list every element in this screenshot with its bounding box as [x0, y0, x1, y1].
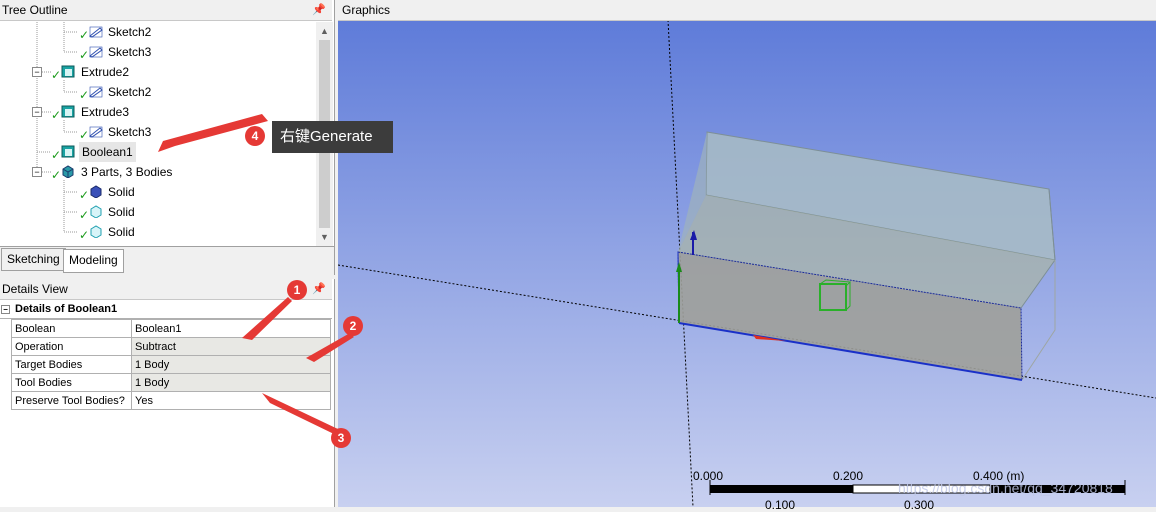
tree-item-label: Sketch3 [108, 125, 152, 139]
tree-item-label: Sketch2 [108, 85, 152, 99]
tree-item-label: Sketch2 [108, 25, 152, 39]
property-name: Preserve Tool Bodies? [11, 391, 132, 410]
table-row[interactable]: Tool Bodies 1 Body [11, 373, 331, 392]
collapse-toggle[interactable]: − [1, 305, 10, 314]
parts-icon [62, 165, 74, 178]
tree-item-sketch3-b[interactable]: ✓ Sketch3 [0, 122, 316, 142]
callout-badge-2: 2 [343, 316, 363, 336]
collapse-toggle[interactable]: − [32, 67, 42, 77]
graphics-header: Graphics [338, 0, 1156, 21]
tree-item-label: Extrude3 [81, 105, 130, 119]
tab-bar: Sketching Modeling [0, 246, 334, 276]
tree-item-parts[interactable]: − ✓ 3 Parts, 3 Bodies [0, 162, 316, 182]
tree-item-sketch3[interactable]: ✓ Sketch3 [0, 42, 316, 62]
property-value[interactable]: Boolean1 [131, 319, 331, 338]
pin-icon[interactable]: 📌 [312, 279, 326, 299]
sketch-icon [89, 26, 103, 38]
graphics-canvas[interactable] [338, 0, 1156, 507]
tree-item-solid[interactable]: ✓ Solid [0, 222, 316, 242]
details-section-header[interactable]: − Details of Boolean1 [0, 301, 332, 319]
callout-badge-4: 4 [245, 126, 265, 146]
tab-sketching[interactable]: Sketching [1, 248, 66, 271]
annotation-tooltip: 右键Generate [272, 121, 393, 153]
scroll-up-icon[interactable]: ▲ [320, 26, 329, 36]
table-row[interactable]: Operation Subtract [11, 337, 331, 356]
solid-icon [90, 225, 102, 238]
tab-modeling[interactable]: Modeling [63, 249, 124, 273]
boolean-icon [61, 145, 75, 158]
details-view-header: Details View 📌 [0, 279, 332, 300]
collapse-toggle[interactable]: − [32, 167, 42, 177]
extrude-icon [61, 105, 75, 118]
property-name: Operation [11, 337, 132, 356]
callout-badge-3: 3 [331, 428, 351, 448]
table-row[interactable]: Boolean Boolean1 [11, 319, 331, 338]
tree-item-solid[interactable]: ✓ Solid [0, 182, 316, 202]
tree-item-label: Extrude2 [81, 65, 130, 79]
tree-item-label: Sketch3 [108, 45, 152, 59]
tree-outline-header: Tree Outline 📌 [0, 0, 332, 21]
scale-label: 0.200 [833, 469, 864, 483]
tree-item-extrude3[interactable]: − ✓ Extrude3 [0, 102, 316, 122]
property-name: Target Bodies [11, 355, 132, 374]
tree-outline-title: Tree Outline [2, 3, 68, 17]
graphics-viewport[interactable]: Graphics 0.000 0.200 0.400 (m) 0.100 0.3… [338, 0, 1156, 512]
details-view-title: Details View [2, 282, 68, 296]
scale-label: 0.100 [765, 498, 796, 512]
property-name: Tool Bodies [11, 373, 132, 392]
scale-label: 0.000 [693, 469, 724, 483]
watermark: https://blog.csdn.net/qq_34720818 [898, 480, 1113, 496]
sketch-icon [89, 126, 103, 138]
tree-view: ✓ Sketch2 ✓ Sketch3 − ✓ Extrude2 ✓ Sketc… [0, 22, 316, 246]
tree-item-label: Solid [108, 185, 135, 199]
tree-item-sketch2-b[interactable]: ✓ Sketch2 [0, 82, 316, 102]
property-value[interactable]: Subtract [131, 337, 331, 356]
details-section-title: Details of Boolean1 [15, 303, 118, 315]
sketch-icon [89, 46, 103, 58]
details-view-panel: Details View 📌 − Details of Boolean1 Boo… [0, 279, 335, 507]
tree-item-extrude2[interactable]: − ✓ Extrude2 [0, 62, 316, 82]
tree-item-label: Solid [108, 205, 135, 219]
property-name: Boolean [11, 319, 132, 338]
pin-icon[interactable]: 📌 [312, 0, 326, 20]
check-icon: ✓ [79, 228, 90, 242]
solid-icon [90, 185, 102, 198]
tree-item-sketch2[interactable]: ✓ Sketch2 [0, 22, 316, 42]
collapse-toggle[interactable]: − [32, 107, 42, 117]
table-row[interactable]: Preserve Tool Bodies? Yes [11, 391, 331, 410]
tree-item-label: 3 Parts, 3 Bodies [81, 165, 173, 179]
tree-item-label: Boolean1 [79, 142, 136, 162]
graphics-title: Graphics [342, 3, 391, 17]
scale-label: 0.300 [904, 498, 935, 512]
sketch-icon [89, 86, 103, 98]
table-row[interactable]: Target Bodies 1 Body [11, 355, 331, 374]
tree-item-solid[interactable]: ✓ Solid [0, 202, 316, 222]
tree-item-label: Solid [108, 225, 135, 239]
details-table: Boolean Boolean1 Operation Subtract Targ… [11, 319, 331, 410]
callout-badge-1: 1 [287, 280, 307, 300]
solid-icon [90, 205, 102, 218]
property-value[interactable]: 1 Body [131, 373, 331, 392]
property-value[interactable]: Yes [131, 391, 331, 410]
extrude-icon [61, 65, 75, 78]
tree-item-boolean1[interactable]: ✓ Boolean1 [0, 142, 316, 162]
scroll-down-icon[interactable]: ▼ [320, 232, 329, 242]
property-value[interactable]: 1 Body [131, 355, 331, 374]
